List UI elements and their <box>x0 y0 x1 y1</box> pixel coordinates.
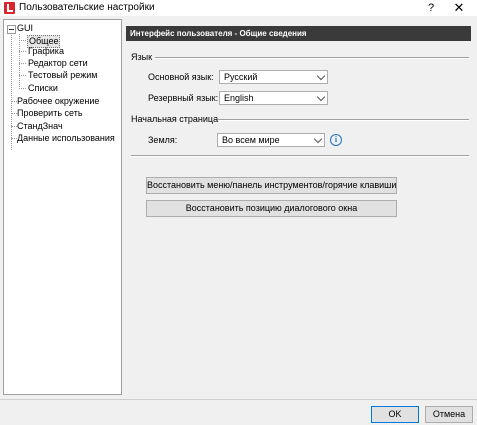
panel-header: Интерфейс пользователя - Общие сведения <box>126 26 471 41</box>
restore-dialog-position-button[interactable]: Восстановить позицию диалогового окна <box>146 200 397 217</box>
title-bar: Пользовательские настройки ? ✕ <box>0 0 477 16</box>
tree-item-workspace[interactable]: Рабочее окружение <box>17 96 99 107</box>
tree-item-graphics[interactable]: Графика <box>28 46 64 57</box>
group-divider <box>218 119 469 121</box>
chevron-down-icon <box>316 92 326 102</box>
earth-select[interactable]: Во всем мире <box>217 133 325 147</box>
settings-tree[interactable]: GUI Общее Графика Редактор сети Тестовый… <box>3 19 122 395</box>
tree-item-defaults[interactable]: СтандЗнач <box>17 121 63 132</box>
earth-value: Во всем мире <box>222 135 280 145</box>
primary-language-label: Основной язык: <box>148 72 214 82</box>
tree-line <box>19 34 20 89</box>
section-divider <box>131 155 469 157</box>
tree-item-network-editor[interactable]: Редактор сети <box>28 58 88 69</box>
restore-menus-button[interactable]: Восстановить меню/панель инструментов/го… <box>146 177 397 194</box>
ok-button[interactable]: OK <box>371 406 419 423</box>
tree-line <box>19 75 26 76</box>
earth-label: Земля: <box>148 135 178 145</box>
tree-line <box>11 33 12 150</box>
primary-language-value: Русский <box>224 72 258 82</box>
chevron-down-icon <box>316 71 326 81</box>
app-logo-icon <box>4 2 15 14</box>
tree-item-lists[interactable]: Списки <box>28 83 58 94</box>
fallback-language-label: Резервный язык: <box>148 93 219 103</box>
cancel-button[interactable]: Отмена <box>425 406 473 423</box>
group-divider <box>155 57 469 59</box>
fallback-language-select[interactable]: English <box>219 91 328 105</box>
chevron-down-icon <box>313 134 323 144</box>
tree-line <box>19 40 26 41</box>
tree-item-usage-data[interactable]: Данные использования <box>17 133 115 144</box>
tree-line <box>19 63 26 64</box>
footer-divider <box>0 399 477 400</box>
tree-line <box>19 51 26 52</box>
tree-item-check-network[interactable]: Проверить сеть <box>17 108 83 119</box>
close-button[interactable]: ✕ <box>441 0 477 16</box>
primary-language-select[interactable]: Русский <box>219 70 328 84</box>
tree-item-gui[interactable]: GUI <box>17 23 33 34</box>
fallback-language-value: English <box>224 93 254 103</box>
start-page-group-label: Начальная страница <box>131 114 219 124</box>
window-title: Пользовательские настройки <box>19 2 155 13</box>
tree-item-test-mode[interactable]: Тестовый режим <box>28 70 97 81</box>
info-icon[interactable]: i <box>330 134 342 146</box>
language-group-label: Язык <box>131 52 153 62</box>
tree-line <box>19 88 26 89</box>
